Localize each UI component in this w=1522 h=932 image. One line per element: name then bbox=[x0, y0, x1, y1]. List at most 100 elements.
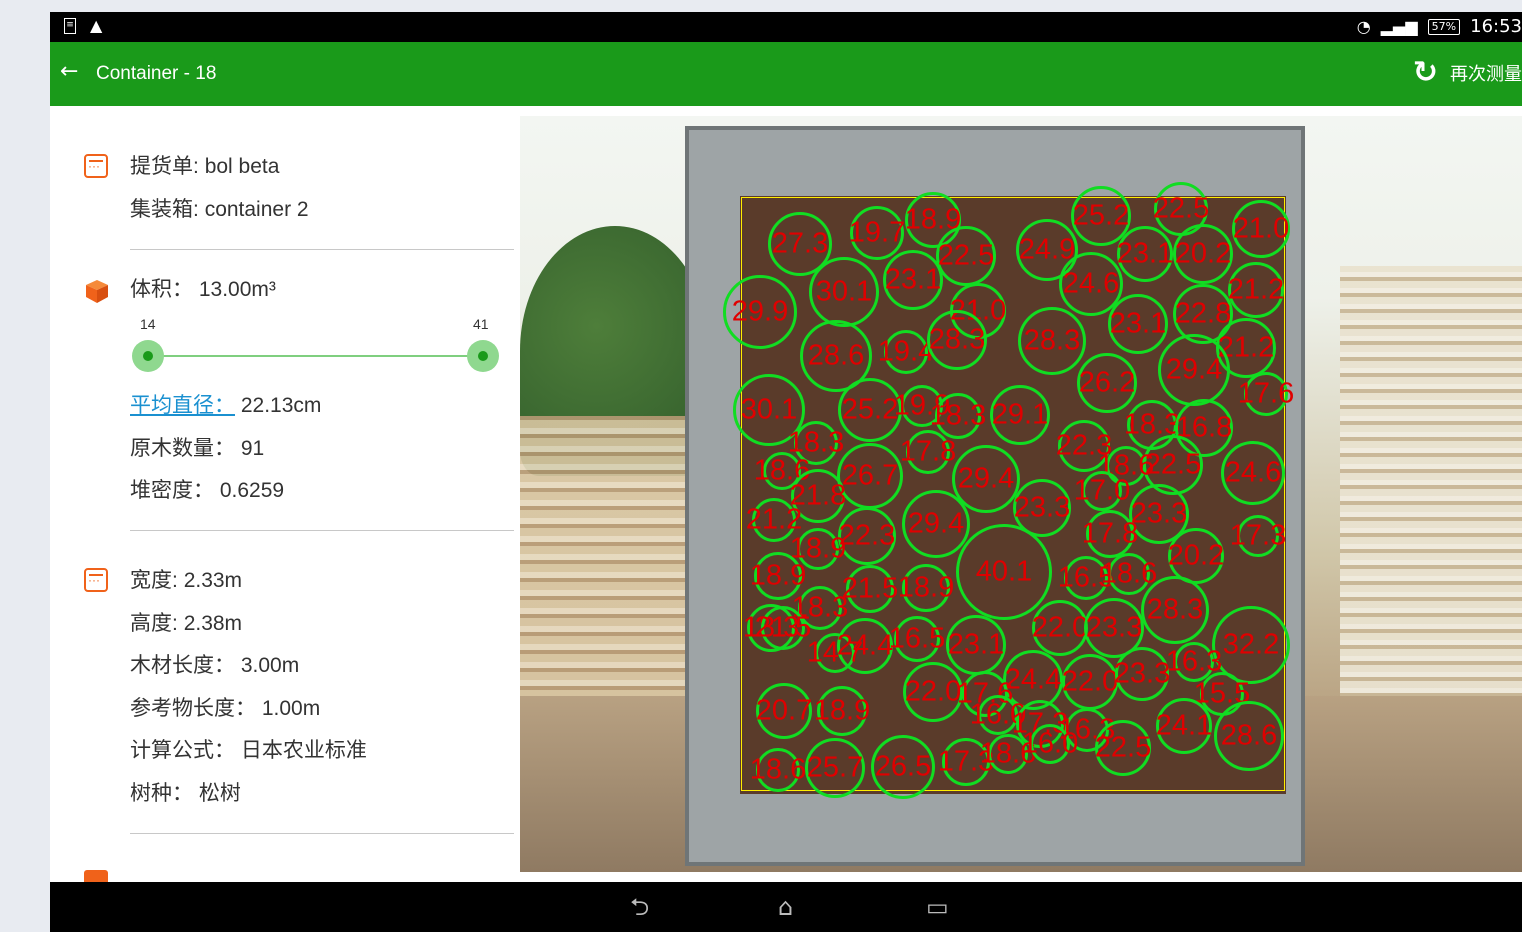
log-circle: 29.4 bbox=[1158, 334, 1230, 406]
log-diameter-label: 24.4 bbox=[1004, 663, 1062, 696]
log-circle: 28.3 bbox=[1018, 307, 1086, 375]
log-diameter-label: 29.4 bbox=[957, 462, 1015, 495]
log-diameter-label: 19.4 bbox=[877, 335, 935, 368]
refresh-icon: ↻ bbox=[1412, 55, 1438, 90]
arrow-left-icon[interactable]: ← bbox=[60, 59, 78, 85]
bol-label: 提货单: bbox=[130, 155, 199, 178]
signal-icon: ▂▄▆ bbox=[1380, 16, 1418, 36]
log-diameter-label: 24.1 bbox=[1155, 709, 1213, 742]
log-circle: 18.6 bbox=[1101, 553, 1157, 595]
warning-icon: ▲ bbox=[90, 16, 103, 35]
diameter-range-slider[interactable] bbox=[148, 355, 484, 357]
log-circle: 16.5 bbox=[889, 616, 945, 662]
log-diameter-label: 30.1 bbox=[740, 393, 798, 426]
log-circle: 28.3 bbox=[1141, 576, 1209, 644]
log-circle: 26.5 bbox=[871, 735, 935, 799]
species-label: 树种： bbox=[130, 782, 193, 805]
log-diameter-label: 21.2 bbox=[1227, 273, 1285, 306]
log-diameter-label: 16.5 bbox=[888, 622, 946, 655]
density-row: 堆密度： 0.6259 bbox=[130, 478, 284, 504]
log-diameter-label: 21.5 bbox=[841, 572, 899, 605]
slider-min-handle[interactable] bbox=[132, 340, 164, 372]
log-diameter-label: 17.8 bbox=[1081, 517, 1139, 550]
wood-length-row: 木材长度： 3.00m bbox=[130, 653, 299, 679]
log-circle: 21.2 bbox=[1228, 262, 1284, 318]
log-diameter-label: 18.9 bbox=[749, 559, 807, 592]
slider-min-label: 14 bbox=[140, 316, 156, 332]
container-label: 集装箱: bbox=[130, 198, 199, 221]
log-circle: 29.9 bbox=[723, 275, 797, 349]
log-diameter-label: 28.6 bbox=[807, 339, 865, 372]
log-diameter-label: 18.9 bbox=[897, 571, 955, 604]
log-diameter-label: 40.1 bbox=[975, 555, 1033, 588]
container-row: 集装箱: container 2 bbox=[130, 197, 309, 223]
log-diameter-label: 21.2 bbox=[745, 503, 803, 536]
log-diameter-label: 21.0 bbox=[1232, 212, 1290, 245]
log-diameter-label: 22.0 bbox=[1031, 611, 1089, 644]
log-diameter-label: 20.7 bbox=[755, 694, 813, 727]
volume-label: 体积： bbox=[130, 278, 193, 301]
log-circle: 21.5 bbox=[842, 565, 898, 613]
battery-icon: 57% bbox=[1427, 18, 1461, 35]
log-circle: 24.4 bbox=[837, 618, 893, 674]
log-circle: 17.8 bbox=[900, 430, 956, 474]
width-label: 宽度: bbox=[130, 569, 178, 592]
log-circle: 22.5 bbox=[936, 226, 996, 286]
log-diameter-label: 22.5 bbox=[1152, 192, 1210, 225]
remeasure-button[interactable]: ↻ 再次测量 bbox=[1413, 56, 1522, 90]
device-screen: ≡ ▲ ◔ ▂▄▆ 57% 16:53 ← Container - 18 ↻ 再… bbox=[50, 12, 1522, 932]
log-circle: 17.8 bbox=[1082, 510, 1138, 558]
log-diameter-label: 23.3 bbox=[1085, 611, 1143, 644]
log-diameter-label: 27.3 bbox=[771, 227, 829, 260]
log-diameter-label: 22.5 bbox=[937, 239, 995, 272]
sim-card-icon: ≡ bbox=[64, 18, 76, 34]
log-diameter-label: 28.6 bbox=[1220, 719, 1278, 752]
log-diameter-label: 22.0 bbox=[904, 675, 962, 708]
density-label: 堆密度： bbox=[130, 479, 214, 502]
measurement-photo[interactable]: 27.3 19.7 18.9 22.5 24.9 25.2 22.5 23.1 20.2 21.0… bbox=[520, 116, 1522, 872]
volume-row: 体积： 13.00m³ bbox=[130, 277, 276, 303]
log-circle: 23.1 bbox=[1108, 294, 1168, 354]
log-circle: 19.7 bbox=[848, 206, 906, 260]
log-circle: 22.0 bbox=[903, 662, 963, 722]
log-diameter-label: 25.7 bbox=[806, 751, 864, 784]
back-icon[interactable]: ⮌ bbox=[630, 892, 649, 922]
log-diameter-label: 24.6 bbox=[1062, 267, 1120, 300]
log-diameter-label: 23.3 bbox=[1013, 491, 1071, 524]
log-circle: 22.5 bbox=[1095, 720, 1151, 776]
log-pile-left bbox=[520, 416, 700, 716]
log-diameter-label: 20.2 bbox=[1174, 237, 1232, 270]
ref-length-row: 参考物长度： 1.00m bbox=[130, 696, 320, 722]
log-diameter-label: 19.7 bbox=[848, 216, 906, 249]
log-diameter-label: 21.5 bbox=[754, 611, 812, 644]
log-diameter-label: 23.1 bbox=[1116, 237, 1174, 270]
avg-diameter-value: 22.13cm bbox=[240, 394, 322, 417]
log-circle: 22.0 bbox=[1062, 654, 1118, 710]
home-icon[interactable]: ⌂ bbox=[778, 892, 793, 922]
ref-length-label: 参考物长度： bbox=[130, 697, 256, 720]
divider bbox=[130, 249, 514, 250]
formula-value: 日本农业标准 bbox=[240, 739, 367, 762]
recents-icon[interactable]: ▭ bbox=[926, 892, 949, 922]
slider-max-handle[interactable] bbox=[467, 340, 499, 372]
log-diameter-label: 16.0 bbox=[1021, 727, 1079, 760]
clipboard-icon bbox=[84, 568, 108, 592]
log-count-label: 原木数量： bbox=[130, 437, 235, 460]
log-circle: 29.4 bbox=[902, 490, 970, 558]
avg-diameter-link[interactable]: 平均直径： bbox=[130, 394, 235, 417]
app-bar: ← Container - 18 ↻ 再次测量 bbox=[50, 42, 1522, 106]
avg-diameter-row: 平均直径： 22.13cm bbox=[130, 393, 321, 419]
log-diameter-label: 18.9 bbox=[813, 694, 871, 727]
log-diameter-label: 17.0 bbox=[1073, 474, 1131, 507]
log-circle: 21.5 bbox=[755, 606, 811, 650]
formula-label: 计算公式： bbox=[130, 739, 235, 762]
wifi-icon: ◔ bbox=[1356, 16, 1371, 36]
log-diameter-label: 18.3 bbox=[929, 399, 987, 432]
density-value: 0.6259 bbox=[219, 479, 285, 502]
log-diameter-label: 23.1 bbox=[884, 263, 942, 296]
log-circle: 40.1 bbox=[956, 524, 1052, 620]
ref-length-value: 1.00m bbox=[261, 697, 321, 720]
log-circle: 22.0 bbox=[1032, 600, 1088, 656]
log-diameter-label: 29.4 bbox=[907, 507, 965, 540]
log-circle: 29.1 bbox=[990, 385, 1050, 445]
